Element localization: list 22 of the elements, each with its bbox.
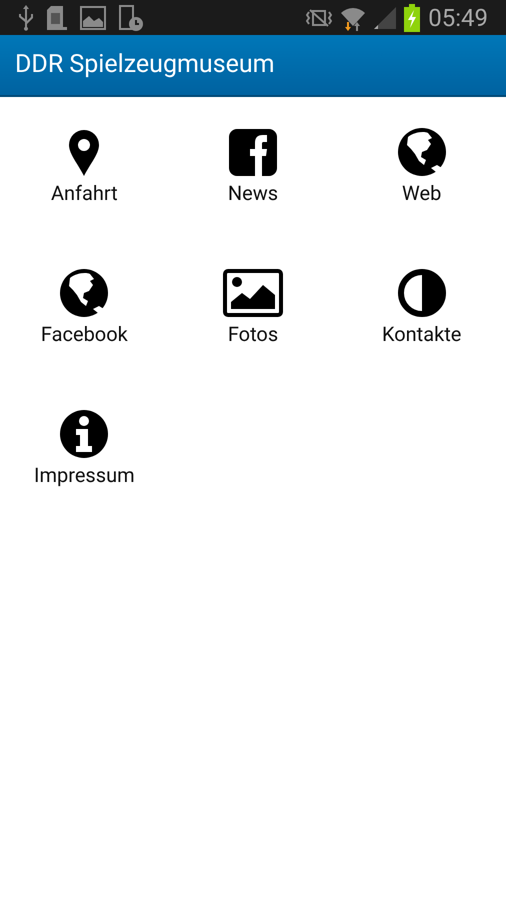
signal-icon [374,6,396,28]
menu-tile[interactable]: Anfahrt [50,128,118,208]
phone-clock-icon [118,4,144,30]
globe-icon [398,128,446,176]
contrast-icon [398,269,446,317]
app-title: DDR Spielzeugmuseum [15,49,275,82]
status-time: 05:49 [428,6,488,30]
globe-icon [60,269,108,317]
menu-tile[interactable]: Facebook [40,269,128,349]
menu-tile[interactable]: Impressum [34,410,135,490]
menu-tile[interactable]: News [228,128,278,208]
battery-icon [404,4,420,32]
menu-tile[interactable]: Kontakte [382,269,462,349]
image-icon [80,6,106,30]
sd-card-icon [46,4,68,30]
info-icon [60,410,108,458]
image-icon [222,269,283,317]
menu-tile[interactable]: Web [398,128,446,208]
menu-tile[interactable]: Fotos [222,269,283,349]
facebook-icon [228,128,277,176]
vibrate-mute-icon [306,8,332,28]
usb-icon [18,4,34,30]
